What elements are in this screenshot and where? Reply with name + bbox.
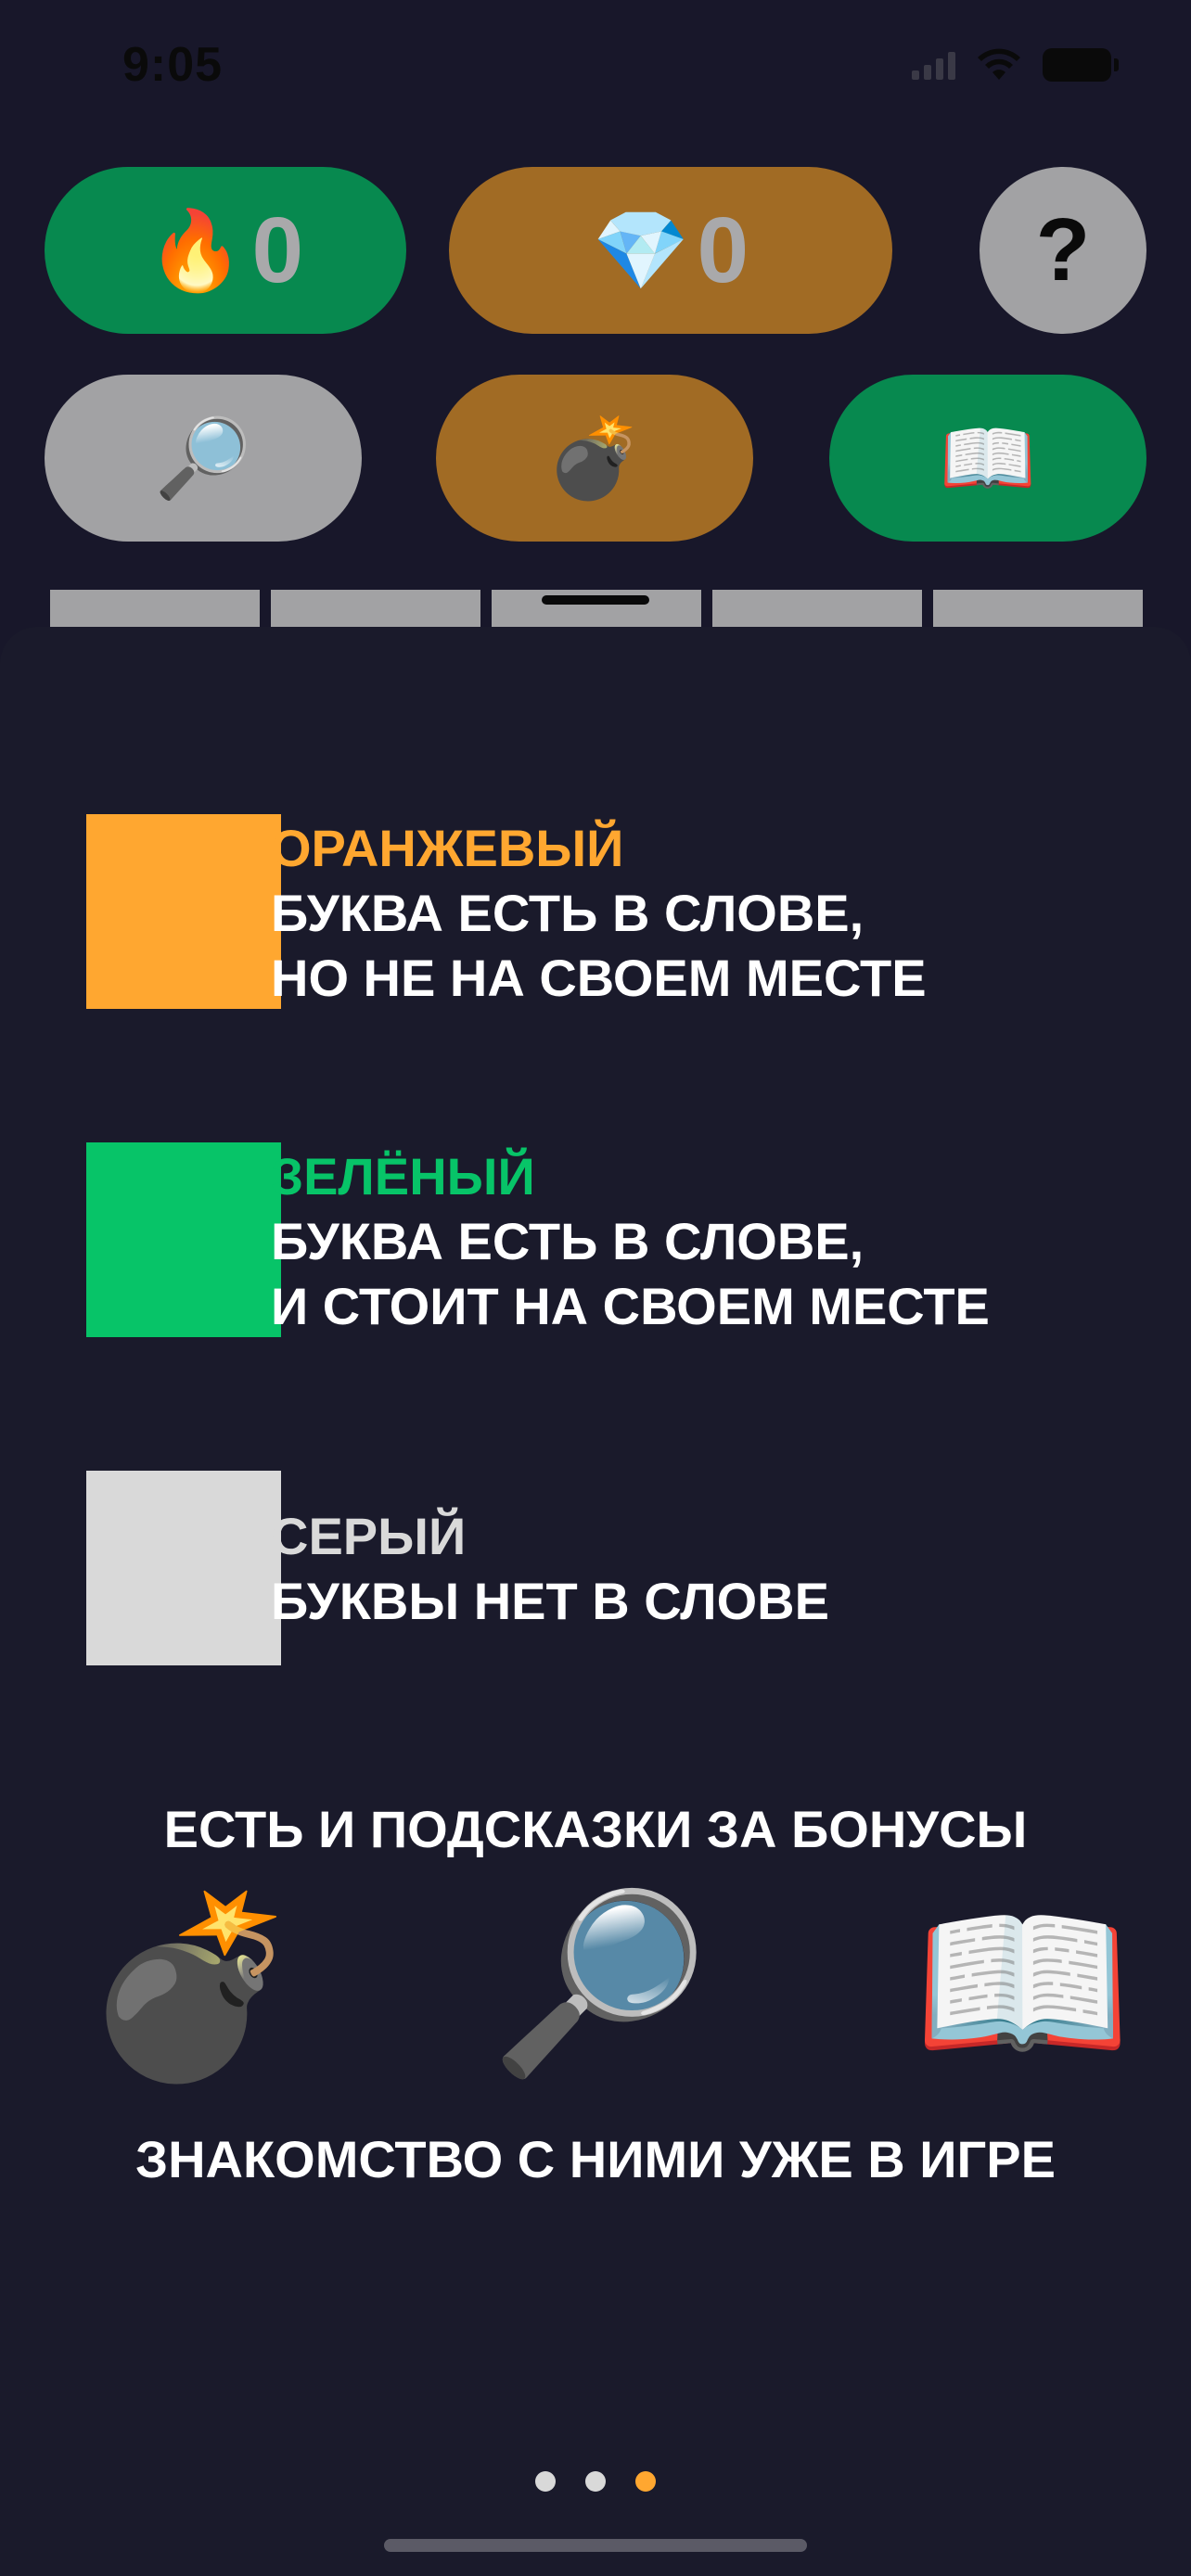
legend-gray-text: СЕРЫЙ БУКВЫ НЕТ В СЛОВЕ [271,1504,829,1634]
open-book-icon: 📖 [913,1885,1133,2082]
fire-icon: 🔥 [147,207,245,294]
page-dot[interactable] [585,2471,606,2492]
orange-swatch [86,814,281,1009]
legend-line-2: И СТОИТ НА СВОЕМ МЕСТЕ [271,1277,990,1335]
page-dot-active[interactable] [635,2471,656,2492]
magnifier-icon: 🔎 [490,1885,710,2082]
letter-tile [271,590,480,627]
page-indicator[interactable] [0,2471,1191,2492]
diamond-icon: 💎 [592,207,690,294]
page-dot[interactable] [535,2471,556,2492]
legend-color-name: ЗЕЛЁНЫЙ [271,1147,535,1205]
green-swatch [86,1142,281,1337]
open-book-icon: 📖 [939,414,1037,502]
legend-orange [86,814,281,1009]
status-bar: 9:05 [0,0,1191,139]
gray-swatch [86,1471,281,1665]
legend-line-1: БУКВА ЕСТЬ В СЛОВЕ, [271,884,864,942]
battery-icon [1043,48,1119,82]
legend-line-2: НО НЕ НА СВОЕМ МЕСТЕ [271,949,927,1007]
legend-green [86,1142,281,1337]
legend-orange-text: ОРАНЖЕВЫЙ БУКВА ЕСТЬ В СЛОВЕ, НО НЕ НА С… [271,816,927,1011]
legend-green-text: ЗЕЛЁНЫЙ БУКВА ЕСТЬ В СЛОВЕ, И СТОИТ НА С… [271,1144,990,1339]
legend-line-1: БУКВЫ НЕТ В СЛОВЕ [271,1572,829,1630]
help-button[interactable]: ? [980,167,1146,334]
bomb-icon: 💣 [82,1889,301,2085]
bomb-hint-button[interactable]: 💣 [436,375,753,542]
legend-line-1: БУКВА ЕСТЬ В СЛОВЕ, [271,1212,864,1270]
book-hint-button[interactable]: 📖 [829,375,1146,542]
hints-footer: ЗНАКОМСТВО С НИМИ УЖЕ В ИГРЕ [135,2130,1056,2188]
status-time: 9:05 [122,38,224,92]
letter-tile [933,590,1143,627]
streak-value: 0 [251,198,304,302]
home-indicator[interactable] [384,2539,807,2552]
status-icons [912,48,1119,82]
legend-gray [86,1471,281,1665]
legend-color-name: СЕРЫЙ [271,1507,467,1565]
magnifier-hint-button[interactable]: 🔎 [45,375,362,542]
gems-counter[interactable]: 💎 0 [449,167,892,334]
streak-counter[interactable]: 🔥 0 [45,167,406,334]
legend-color-name: ОРАНЖЕВЫЙ [271,819,624,877]
hints-heading: ЕСТЬ И ПОДСКАЗКИ ЗА БОНУСЫ [163,1800,1028,1858]
letter-tile [50,590,260,627]
letter-tile [712,590,922,627]
help-label: ? [1035,200,1091,300]
sheet-grabber[interactable] [542,595,649,605]
magnifier-icon: 🔎 [154,414,252,502]
app-screen: 9:05 🔥 0 💎 0 ? 🔎 💣 📖 ОРАНЖЕВЫЙ БУКВА ЕСТ… [0,0,1191,2576]
cellular-signal-icon [912,50,955,80]
gems-value: 0 [697,198,749,302]
bomb-icon: 💣 [545,414,644,502]
wifi-icon [978,48,1020,80]
